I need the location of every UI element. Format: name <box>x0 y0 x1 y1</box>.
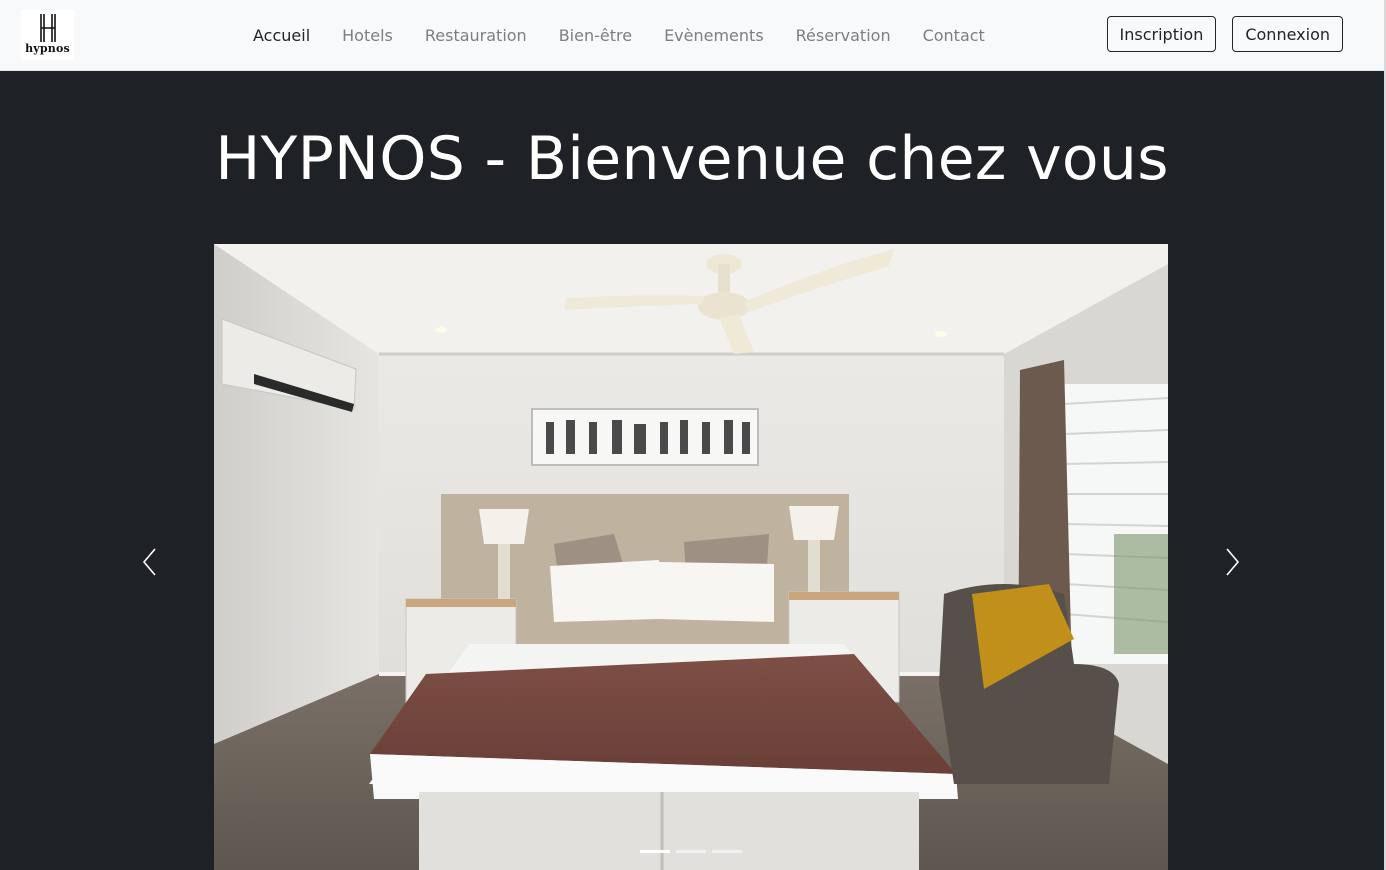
logo-wordmark: hypnos <box>25 42 70 55</box>
chevron-left-icon <box>142 548 156 576</box>
carousel-indicator-2[interactable] <box>676 850 706 853</box>
main-nav: Accueil Hotels Restauration Bien-être Ev… <box>237 0 1001 70</box>
page-title: HYPNOS - Bienvenue chez vous <box>215 124 1169 194</box>
carousel-indicator-1[interactable] <box>640 850 670 853</box>
carousel-indicators <box>640 850 742 853</box>
carousel-next-button[interactable] <box>1212 540 1252 584</box>
nav-link-restauration[interactable]: Restauration <box>409 26 543 45</box>
hero-carousel <box>214 244 1168 870</box>
navbar: hypnos Accueil Hotels Restauration Bien-… <box>0 0 1384 71</box>
login-button[interactable]: Connexion <box>1232 16 1343 52</box>
carousel-indicator-3[interactable] <box>712 850 742 853</box>
chevron-right-icon <box>1226 548 1240 576</box>
nav-link-accueil[interactable]: Accueil <box>237 26 326 45</box>
logo-h-icon <box>39 14 56 42</box>
nav-link-reservation[interactable]: Réservation <box>780 26 907 45</box>
signup-button[interactable]: Inscription <box>1106 16 1217 52</box>
nav-link-bien-etre[interactable]: Bien-être <box>543 26 648 45</box>
nav-link-contact[interactable]: Contact <box>907 26 1001 45</box>
hypnos-logo[interactable]: hypnos <box>21 10 74 60</box>
nav-link-evenements[interactable]: Evènements <box>648 26 780 45</box>
auth-buttons: Inscription Connexion <box>1106 16 1343 52</box>
carousel-slide-bedroom-image <box>214 244 1168 870</box>
carousel-prev-button[interactable] <box>130 540 170 584</box>
nav-link-hotels[interactable]: Hotels <box>326 26 409 45</box>
